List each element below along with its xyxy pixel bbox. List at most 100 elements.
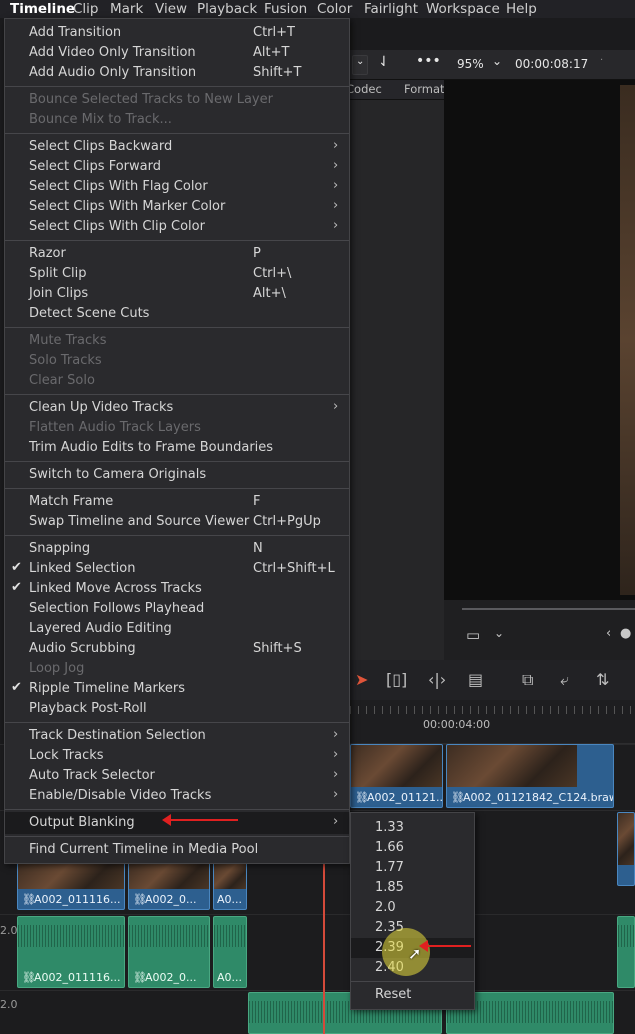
menu-item-ripple-timeline-markers[interactable]: ✔ Ripple Timeline Markers xyxy=(5,679,349,699)
menu-item-label: Select Clips With Flag Color xyxy=(29,179,208,194)
menu-item-loop-jog[interactable]: Loop Jog xyxy=(5,659,349,679)
audio-clip[interactable]: ⛓ A002_011116... xyxy=(17,916,125,988)
menu-item-label: Enable/Disable Video Tracks xyxy=(29,788,212,803)
video-clip[interactable] xyxy=(617,812,635,886)
blanking-option-1-77[interactable]: 1.77 xyxy=(351,858,474,878)
blade-icon[interactable]: ▤ xyxy=(468,670,483,689)
menu-item-audio-scrubbing[interactable]: Audio Scrubbing Shift+S xyxy=(5,639,349,659)
menu-item-select-clips-flag-color[interactable]: Select Clips With Flag Color › xyxy=(5,177,349,197)
blanking-option-2-0[interactable]: 2.0 xyxy=(351,898,474,918)
menu-clip[interactable]: Clip xyxy=(73,1,99,17)
menu-workspace[interactable]: Workspace xyxy=(426,1,500,17)
menu-item-swap-timeline-source[interactable]: Swap Timeline and Source Viewer Ctrl+PgUp xyxy=(5,512,349,532)
menu-playback[interactable]: Playback xyxy=(197,1,257,17)
column-codec[interactable]: Codec xyxy=(346,82,382,96)
menu-item-playback-post-roll[interactable]: Playback Post-Roll xyxy=(5,699,349,719)
video-clip[interactable]: ⛓ A002_011116... xyxy=(17,862,125,910)
viewer-scrub-bar[interactable] xyxy=(462,608,635,610)
chevron-right-icon: › xyxy=(333,399,339,414)
chevron-left-icon[interactable]: ‹ xyxy=(606,626,611,641)
menu-item-linked-move-across-tracks[interactable]: ✔ Linked Move Across Tracks xyxy=(5,579,349,599)
menu-item-label: Auto Track Selector xyxy=(29,768,155,783)
menu-item-clean-up-video-tracks[interactable]: Clean Up Video Tracks › xyxy=(5,398,349,418)
selection-pointer-icon[interactable]: ➤ xyxy=(355,670,368,689)
menu-item-selection-follows-playhead[interactable]: Selection Follows Playhead xyxy=(5,599,349,619)
menu-item-flatten-audio-track-layers[interactable]: Flatten Audio Track Layers xyxy=(5,418,349,438)
menu-item-layered-audio-editing[interactable]: Layered Audio Editing xyxy=(5,619,349,639)
blanking-option-label: 1.77 xyxy=(375,860,404,875)
blanking-option-1-33[interactable]: 1.33 xyxy=(351,818,474,838)
menu-fairlight[interactable]: Fairlight xyxy=(364,1,418,17)
jog-dot-icon[interactable]: ● xyxy=(620,626,631,641)
transform-icon[interactable]: ▭ xyxy=(466,626,480,644)
menu-item-add-video-only-transition[interactable]: Add Video Only Transition Alt+T xyxy=(5,43,349,63)
menu-item-snapping[interactable]: Snapping N xyxy=(5,539,349,559)
menu-item-label: Join Clips xyxy=(29,286,89,301)
insert-clip-icon[interactable]: ⧉ xyxy=(522,670,533,690)
menu-timeline[interactable]: Timeline xyxy=(10,1,75,17)
menu-item-output-blanking[interactable]: Output Blanking › xyxy=(5,812,349,834)
menu-fusion[interactable]: Fusion xyxy=(264,1,307,17)
menu-item-select-clips-marker-color[interactable]: Select Clips With Marker Color › xyxy=(5,197,349,217)
menu-item-label: Selection Follows Playhead xyxy=(29,601,205,616)
blanking-reset[interactable]: Reset xyxy=(351,985,474,1005)
video-clip[interactable]: A0... xyxy=(213,862,247,910)
chevron-right-icon: › xyxy=(333,158,339,173)
audio-clip[interactable] xyxy=(617,916,635,988)
menu-view[interactable]: View xyxy=(155,1,187,17)
menu-item-trim-audio-edits[interactable]: Trim Audio Edits to Frame Boundaries xyxy=(5,438,349,458)
chevron-right-icon: › xyxy=(333,767,339,782)
menu-item-switch-to-camera-originals[interactable]: Switch to Camera Originals xyxy=(5,465,349,485)
menu-item-bounce-mix-to-track[interactable]: Bounce Mix to Track... xyxy=(5,110,349,130)
menu-separator xyxy=(5,240,349,241)
menu-item-label: Find Current Timeline in Media Pool xyxy=(29,842,259,857)
video-clip[interactable]: ⛓ A002_01121... xyxy=(350,744,443,808)
chevron-down-icon[interactable]: ⌄ xyxy=(494,626,504,640)
menu-item-shortcut: P xyxy=(253,246,261,261)
menu-separator xyxy=(351,981,474,982)
menu-item-razor[interactable]: Razor P xyxy=(5,244,349,264)
column-format[interactable]: Format xyxy=(404,82,445,96)
menu-color[interactable]: Color xyxy=(317,1,352,17)
menu-item-linked-selection[interactable]: ✔ Linked Selection Ctrl+Shift+L xyxy=(5,559,349,579)
menu-item-add-audio-only-transition[interactable]: Add Audio Only Transition Shift+T xyxy=(5,63,349,83)
menu-item-label: Audio Scrubbing xyxy=(29,641,136,656)
audio-clip[interactable]: A0... xyxy=(213,916,247,988)
overwrite-clip-icon[interactable]: ⤶ xyxy=(560,670,569,690)
blanking-option-1-66[interactable]: 1.66 xyxy=(351,838,474,858)
menu-item-clear-solo[interactable]: Clear Solo xyxy=(5,371,349,391)
zoom-chevron-icon[interactable]: ⌄ xyxy=(492,54,502,68)
replace-clip-icon[interactable]: ⇅ xyxy=(596,670,609,689)
audio-clip[interactable]: ⛓ A002_0... xyxy=(128,916,210,988)
menu-item-split-clip[interactable]: Split Clip Ctrl+\ xyxy=(5,264,349,284)
blanking-option-1-85[interactable]: 1.85 xyxy=(351,878,474,898)
menu-item-match-frame[interactable]: Match Frame F xyxy=(5,492,349,512)
checkmark-icon: ✔ xyxy=(11,580,22,595)
menu-item-track-destination-selection[interactable]: Track Destination Selection › xyxy=(5,726,349,746)
menu-item-select-clips-clip-color[interactable]: Select Clips With Clip Color › xyxy=(5,217,349,237)
menu-item-mute-tracks[interactable]: Mute Tracks xyxy=(5,331,349,351)
chevron-down-icon: ⌄ xyxy=(356,56,365,67)
more-options-icon[interactable]: ••• xyxy=(416,53,441,69)
menu-help[interactable]: Help xyxy=(506,1,537,17)
menu-item-select-clips-backward[interactable]: Select Clips Backward › xyxy=(5,137,349,157)
menu-item-detect-scene-cuts[interactable]: Detect Scene Cuts xyxy=(5,304,349,324)
video-clip[interactable]: ⛓ A002_01121842_C124.braw xyxy=(446,744,614,808)
zoom-level[interactable]: 95% xyxy=(457,57,484,71)
menu-mark[interactable]: Mark xyxy=(110,1,143,17)
trim-mode-icon[interactable]: [▯] xyxy=(386,670,407,689)
menu-item-join-clips[interactable]: Join Clips Alt+\ xyxy=(5,284,349,304)
menu-item-find-current-timeline[interactable]: Find Current Timeline in Media Pool xyxy=(5,840,349,860)
menu-item-enable-disable-video-tracks[interactable]: Enable/Disable Video Tracks › xyxy=(5,786,349,806)
menu-item-solo-tracks[interactable]: Solo Tracks xyxy=(5,351,349,371)
menu-item-select-clips-forward[interactable]: Select Clips Forward › xyxy=(5,157,349,177)
video-clip[interactable]: ⛓ A002_0... xyxy=(128,862,210,910)
menu-item-lock-tracks[interactable]: Lock Tracks › xyxy=(5,746,349,766)
menu-item-add-transition[interactable]: Add Transition Ctrl+T xyxy=(5,23,349,43)
menu-item-bounce-selected-tracks[interactable]: Bounce Selected Tracks to New Layer xyxy=(5,90,349,110)
menu-item-auto-track-selector[interactable]: Auto Track Selector › xyxy=(5,766,349,786)
dynamic-trim-icon[interactable]: ‹|› xyxy=(428,670,446,689)
menu-separator xyxy=(5,535,349,536)
media-pool xyxy=(340,100,444,660)
sort-icon[interactable]: ⇃ xyxy=(378,54,390,70)
